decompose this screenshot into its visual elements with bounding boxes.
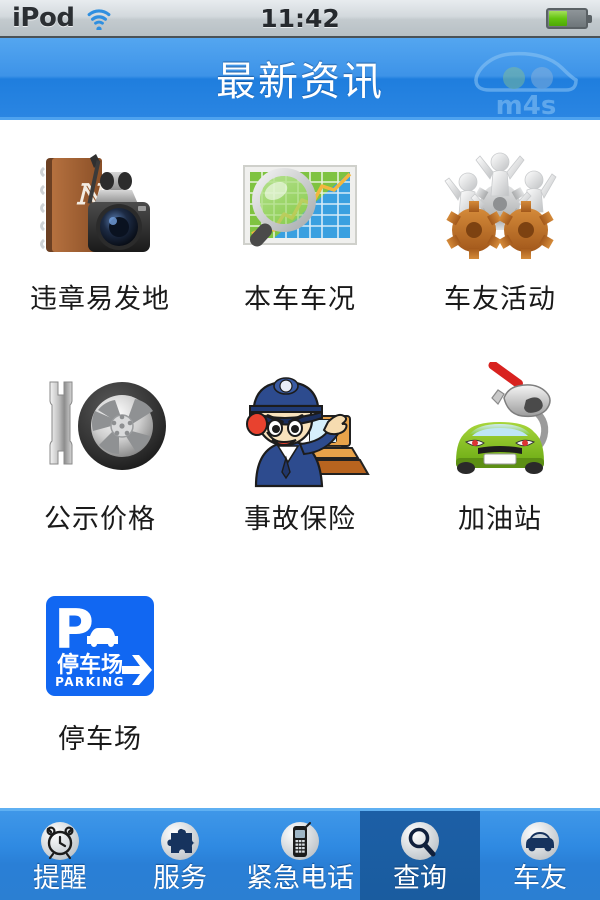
grid-item-parking-lot[interactable]: P 停车场 PARKING 停车场 [0,582,200,802]
chart-magnifier-icon [230,142,370,270]
puzzle-piece-icon [158,819,202,863]
grid-item-public-prices[interactable]: 公示价格 [0,362,200,582]
tab-label: 提醒 [33,863,87,894]
content-area: ℕ 违章易发地 本车车况 车友活动 公示价格 事故保险 加油站 P 停车场 PA… [0,120,600,808]
gears-people-icon [430,142,570,270]
carrier-label: iPod [12,3,75,33]
mobile-phone-icon [278,819,322,863]
grid-item-label: 车友活动 [444,284,556,315]
grid-item-label: 加油站 [458,504,542,535]
icon-grid: ℕ 违章易发地 本车车况 车友活动 公示价格 事故保险 加油站 P 停车场 PA… [0,120,600,802]
tab-car-friends[interactable]: 车友 [480,811,600,900]
police-operator-icon [230,362,370,490]
grid-item-label: 事故保险 [244,504,356,535]
grid-item-vehicle-condition[interactable]: 本车车况 [200,142,400,362]
tab-reminders[interactable]: 提醒 [0,811,120,900]
app-root: iPod 11:42 最新资讯 m4s ℕ 违章易发地 本车车况 车友活动 公示… [0,0,600,900]
parking-letter-p: P [54,598,94,661]
parking-en-text: PARKING [55,675,125,689]
tab-bar: 提醒 服务 紧急电话 查询 车友 [0,808,600,900]
grid-item-club-activities[interactable]: 车友活动 [400,142,600,362]
parking-sign-icon: P 停车场 PARKING [30,582,170,710]
wifi-icon [84,6,114,30]
grid-item-label: 停车场 [58,724,142,755]
wrench-wheel-icon [30,362,170,490]
tab-emergency-call[interactable]: 紧急电话 [240,811,360,900]
tab-label: 查询 [393,863,447,894]
tab-label: 车友 [513,863,567,894]
grid-item-label: 本车车况 [244,284,356,315]
tab-services[interactable]: 服务 [120,811,240,900]
status-bar: iPod 11:42 [0,0,600,38]
nav-bar: 最新资讯 m4s [0,38,600,120]
grid-item-gas-station[interactable]: 加油站 [400,362,600,582]
car-fuel-nozzle-icon [430,362,570,490]
alarm-clock-icon [38,819,82,863]
battery-fill [549,10,567,26]
tab-label: 紧急电话 [246,863,354,894]
car-icon [518,819,562,863]
grid-item-violation-hotspots[interactable]: ℕ 违章易发地 [0,142,200,362]
tab-search[interactable]: 查询 [360,811,480,900]
page-title: 最新资讯 [216,58,384,105]
notebook-camera-icon: ℕ [30,142,170,270]
status-bar-left: iPod [0,5,114,31]
grid-item-label: 公示价格 [44,504,156,535]
battery-icon [546,7,592,29]
grid-item-label: 违章易发地 [30,284,170,315]
grid-item-accident-insurance[interactable]: 事故保险 [200,362,400,582]
tab-label: 服务 [153,863,207,894]
m4s-logo-text: m4s [496,91,557,116]
status-bar-right [546,7,600,29]
magnifier-icon [398,819,442,863]
